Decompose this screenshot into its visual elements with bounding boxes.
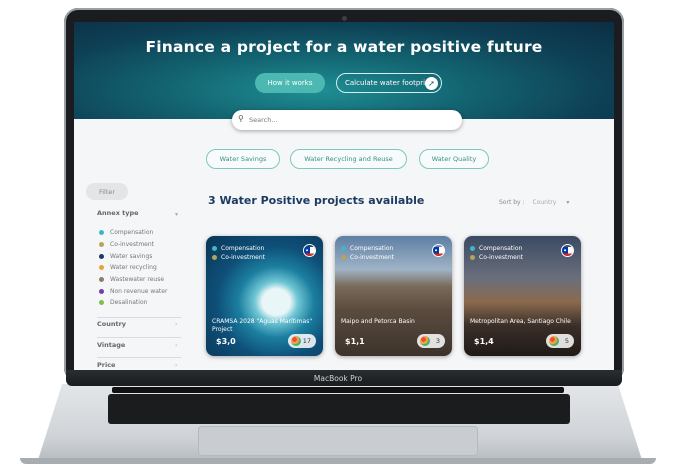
card-count-badge: 3 — [417, 334, 445, 348]
arrow-icon: ➚ — [425, 77, 438, 90]
annex-type-heading[interactable]: Annex type — [97, 209, 139, 217]
price-heading[interactable]: Price — [97, 361, 115, 369]
chip-water-recycling[interactable]: Water Recycling and Reuse — [290, 149, 407, 169]
card-count-badge: 17 — [288, 334, 316, 348]
card-tag: Compensation — [479, 245, 523, 252]
annex-item[interactable]: Compensation — [99, 227, 167, 239]
hero-title: Finance a project for a water positive f… — [145, 38, 543, 56]
legend-dot-icon — [99, 230, 104, 236]
chile-flag-icon — [303, 244, 316, 257]
legend-dot-icon — [212, 246, 217, 251]
projects-count-title: 3 Water Positive projects available — [208, 194, 425, 207]
sort-value: Country — [532, 199, 557, 206]
hero-banner: Finance a project for a water positive f… — [74, 22, 614, 119]
sdg-icon — [291, 336, 301, 346]
card-tag: Co-investment — [350, 254, 395, 261]
divider — [97, 337, 181, 338]
laptop-foot — [20, 458, 656, 464]
chile-flag-icon — [561, 244, 574, 257]
chevron-down-icon[interactable]: ▾ — [175, 211, 178, 218]
card-tag: Co-investment — [479, 254, 524, 261]
annex-item[interactable]: Wastewater reuse — [99, 274, 167, 286]
card-price: $1,4 — [474, 337, 494, 346]
chevron-down-icon: ▾ — [566, 199, 570, 206]
card-price: $3,0 — [216, 337, 236, 346]
project-card[interactable]: Compensation Co-investment CRAMSA 2028 "… — [206, 236, 323, 356]
filter-button[interactable]: Filter — [86, 183, 128, 200]
project-card[interactable]: Compensation Co-investment Maipo and Pet… — [335, 236, 452, 356]
vintage-heading[interactable]: Vintage — [97, 341, 125, 349]
divider — [97, 317, 181, 318]
camera-icon — [342, 16, 347, 21]
card-tag: Co-investment — [221, 254, 266, 261]
annex-item[interactable]: Co-investment — [99, 239, 167, 251]
project-card[interactable]: Compensation Co-investment Metropolitan … — [464, 236, 581, 356]
card-tags: Compensation Co-investment — [341, 244, 394, 262]
search-icon: ⚲ — [238, 114, 244, 123]
card-tags: Compensation Co-investment — [470, 244, 523, 262]
calculate-footprint-button[interactable]: Calculate water footprint ➚ — [336, 73, 442, 93]
how-it-works-button[interactable]: How it works — [255, 73, 325, 93]
card-count-badge: 5 — [546, 334, 574, 348]
trackpad — [198, 426, 478, 456]
annex-item[interactable]: Water recycling — [99, 262, 167, 274]
legend-dot-icon — [99, 277, 104, 283]
sort-control[interactable]: Sort by : Country ▾ — [499, 199, 569, 206]
card-tag: Compensation — [221, 245, 265, 252]
chip-water-savings[interactable]: Water Savings — [206, 149, 280, 169]
annex-item[interactable]: Non revenue water — [99, 285, 167, 297]
sdg-icon — [420, 336, 430, 346]
card-tags: Compensation Co-investment — [212, 244, 265, 262]
legend-dot-icon — [99, 288, 104, 294]
legend-dot-icon — [99, 253, 104, 259]
divider — [97, 357, 181, 358]
calculate-footprint-label: Calculate water footprint — [345, 79, 433, 87]
annex-item[interactable]: Water savings — [99, 250, 167, 262]
laptop-model-label: MacBook Pro — [313, 374, 363, 383]
legend-dot-icon — [99, 300, 104, 306]
legend-dot-icon — [341, 246, 346, 251]
annex-item[interactable]: Desalination — [99, 297, 167, 309]
legend-dot-icon — [99, 265, 104, 271]
card-title: Maipo and Petorca Basin — [341, 318, 415, 325]
laptop-mockup: Finance a project for a water positive f… — [0, 0, 676, 466]
chevron-right-icon[interactable]: › — [175, 321, 177, 328]
legend-dot-icon — [212, 255, 217, 260]
card-title: CRAMSA 2028 "Aguas Marítimas" Project — [212, 318, 313, 333]
legend-dot-icon — [99, 242, 104, 248]
chevron-right-icon[interactable]: › — [175, 362, 177, 369]
search-input[interactable]: ⚲ Search... — [232, 110, 462, 130]
touch-bar — [112, 387, 564, 393]
sort-label: Sort by : — [499, 199, 525, 206]
legend-dot-icon — [470, 246, 475, 251]
legend-dot-icon — [341, 255, 346, 260]
keyboard — [108, 394, 570, 424]
legend-dot-icon — [470, 255, 475, 260]
card-title: Metropolitan Area, Santiago Chile — [470, 318, 571, 325]
annex-type-list: Compensation Co-investment Water savings… — [99, 227, 167, 309]
chile-flag-icon — [432, 244, 445, 257]
chevron-right-icon[interactable]: › — [175, 342, 177, 349]
sdg-icon — [549, 336, 559, 346]
screen: Finance a project for a water positive f… — [74, 22, 614, 374]
card-tag: Compensation — [350, 245, 394, 252]
card-price: $1,1 — [345, 337, 365, 346]
country-heading[interactable]: Country — [97, 320, 126, 328]
search-placeholder: Search... — [249, 116, 278, 124]
chip-water-quality[interactable]: Water Quality — [419, 149, 489, 169]
